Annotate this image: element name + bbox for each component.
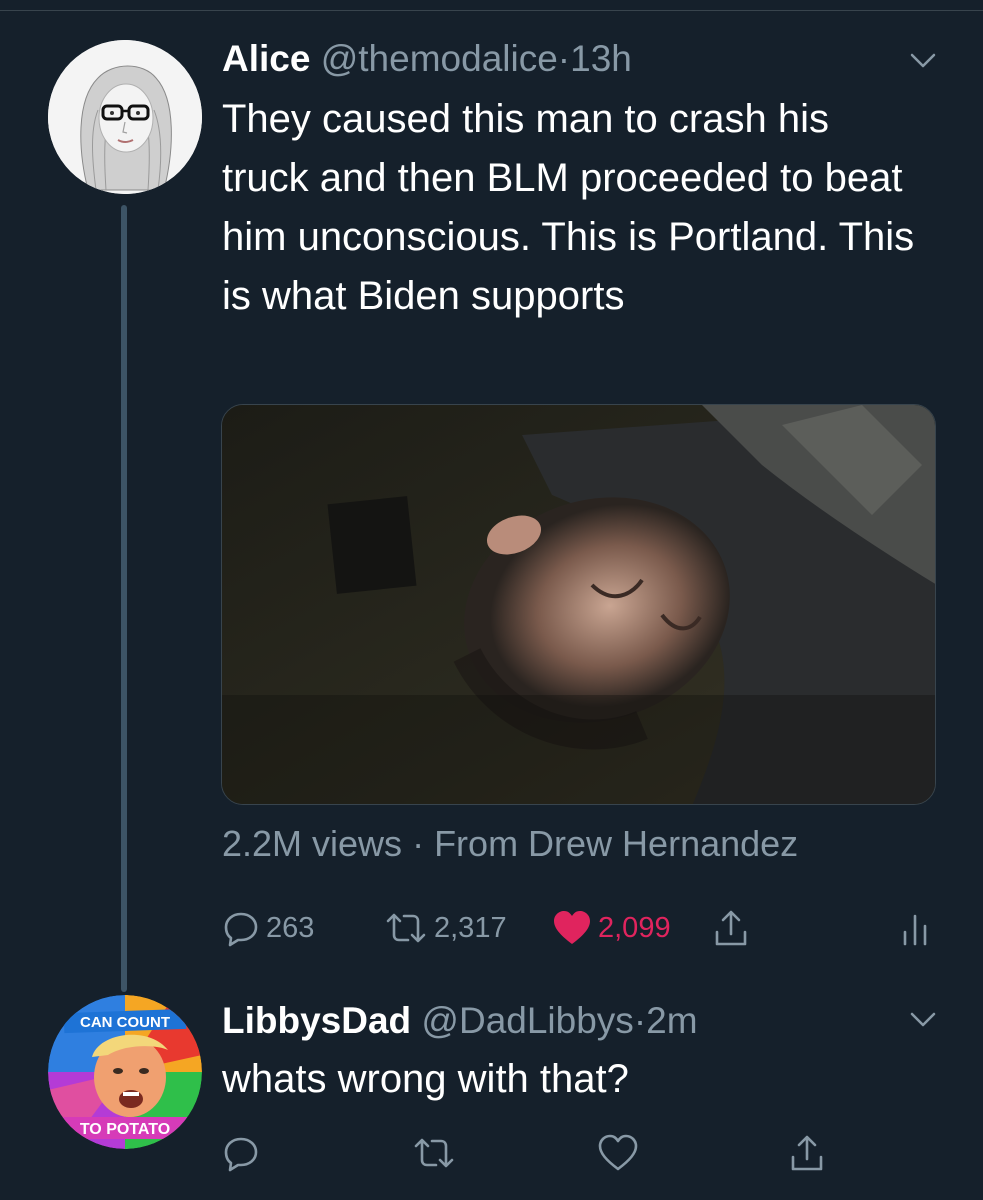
tweet-alice[interactable]: Alice @themodalice·13h They caused this … [0,0,983,992]
timestamp[interactable]: 2m [646,1000,697,1041]
thread-line [121,205,127,992]
video-source[interactable]: From Drew Hernandez [434,823,798,864]
heart-icon [598,1134,638,1171]
share-button[interactable] [788,1125,826,1181]
chevron-down-icon[interactable] [909,52,937,70]
tweet-libbysdad[interactable]: CAN COUNT TO POTATO LibbysDad @DadLibbys… [0,985,983,1200]
reply-icon [224,912,258,947]
separator-dot: · [402,823,435,864]
like-button[interactable]: 2,099 [552,900,671,956]
avatar-alice[interactable] [48,40,202,194]
display-name[interactable]: LibbysDad [222,1000,411,1041]
view-count: 2.2M views [222,823,403,864]
tweet-actions [222,1125,842,1185]
reply-button[interactable] [222,1125,260,1181]
analytics-button[interactable] [900,900,930,956]
heart-icon [554,911,590,944]
video-player[interactable] [221,404,936,805]
timestamp[interactable]: 13h [570,38,632,79]
retweet-icon [414,1138,454,1168]
share-icon [791,1135,823,1171]
retweet-button[interactable] [412,1125,456,1181]
user-handle[interactable]: @DadLibbys [421,1000,633,1041]
tweet-text: whats wrong with that? [222,1057,629,1101]
retweet-button[interactable]: 2,317 [384,900,507,956]
reply-button[interactable]: 263 [222,900,314,956]
tweet-header: Alice @themodalice·13h [222,38,632,80]
avatar-caption-bottom: TO POTATO [80,1121,170,1138]
analytics-icon [903,914,927,946]
like-count: 2,099 [598,911,671,944]
video-meta: 2.2M views · From Drew Hernandez [222,822,798,866]
tweet-text: They caused this man to crash his truck … [222,97,915,318]
avatar-caption-top: CAN COUNT [80,1014,170,1031]
user-handle[interactable]: @themodalice [321,38,558,79]
share-icon [715,910,747,946]
avatar-libbysdad[interactable]: CAN COUNT TO POTATO [48,995,202,1149]
retweet-icon [386,913,426,943]
like-button[interactable] [598,1125,638,1181]
tweet-header: LibbysDad @DadLibbys·2m [222,1000,698,1042]
reply-count: 263 [266,911,315,944]
separator-dot: · [557,38,571,79]
display-name[interactable]: Alice [222,38,310,79]
share-button[interactable] [712,900,750,956]
chevron-down-icon[interactable] [909,1011,937,1029]
reply-icon [224,1137,258,1172]
tweet-actions: 263 2,317 2,099 [222,900,942,960]
retweet-count: 2,317 [434,911,507,944]
separator-dot: · [633,1000,647,1041]
